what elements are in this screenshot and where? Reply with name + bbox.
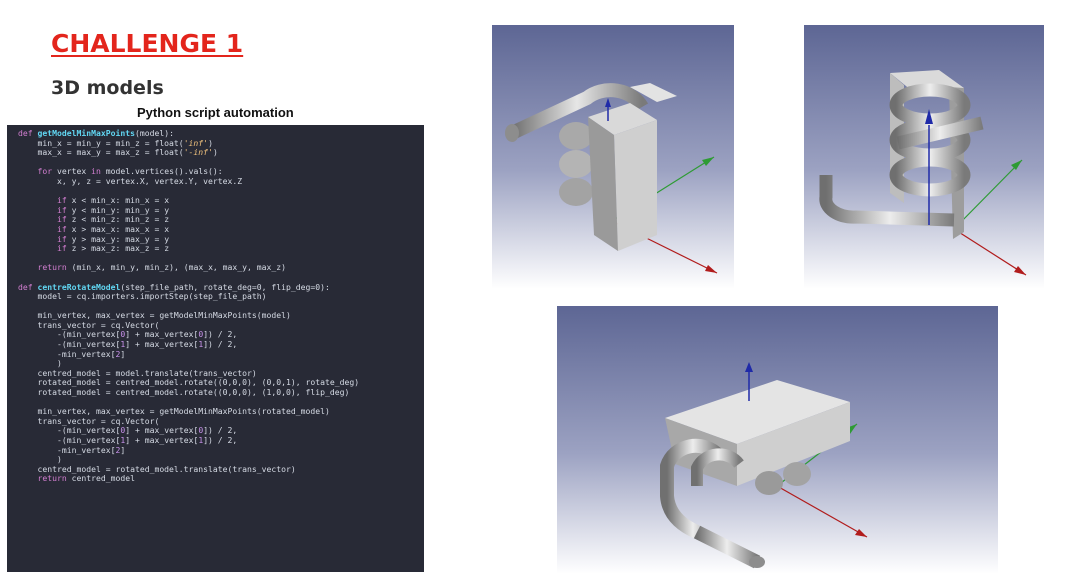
coil-model-render [660,362,868,569]
code-line: min_vertex, max_vertex = getModelMinMaxP… [18,406,330,417]
code-line: -(min_vertex[1] + max_vertex[1]) / 2, [18,339,238,350]
code-line: centred_model = rotated_model.translate(… [18,463,296,474]
code-line: -(min_vertex[1] + max_vertex[1]) / 2, [18,435,238,445]
code-line: model = cq.importers.importStep(step_fil… [18,291,267,302]
code-line: if y < min_y: min_y = y [56,204,170,215]
code-line: if y > max_y: max_y = y [56,233,170,244]
code-line: trans_vector = cq.Vector( [18,415,160,426]
code-line: if x < min_x: min_x = x [56,195,170,206]
code-line: max_x = max_y = max_z = float('-inf') [18,147,218,158]
code-line: x, y, z = vertex.X, vertex.Y, vertex.Z [18,175,243,186]
code-line: return (min_x, min_y, min_z), (max_x, ma… [37,262,287,273]
code-caption: Python script automation [137,105,294,120]
code-line: ) [18,358,62,369]
code-line: return centred_model [37,473,135,484]
code-line: -(min_vertex[0] + max_vertex[0]) / 2, [18,329,238,340]
code-line: if z > max_z: max_z = z [56,243,170,254]
code-line: trans_vector = cq.Vector( [18,319,160,330]
code-line: rotated_model = centred_model.rotate((0,… [18,377,360,388]
model-view-1[interactable] [492,25,734,289]
slide-subtitle: 3D models [51,77,164,99]
code-editor-panel[interactable]: def getModelMinMaxPoints(model): min_x =… [7,125,424,572]
coil-model-render [505,83,718,274]
code-line: def getModelMinMaxPoints(model): [18,128,174,138]
code-line: def centreRotateModel(step_file_path, ro… [18,281,330,292]
code-line: centred_model = model.translate(trans_ve… [18,367,257,378]
code-line: rotated_model = centred_model.rotate((0,… [18,387,350,398]
x-axis-arrow [953,228,1027,276]
code-line: -min_vertex[2] [18,444,126,455]
code-line: min_x = min_y = min_z = float('inf') [18,137,213,148]
x-axis-arrow [776,485,868,538]
code-line: -(min_vertex[0] + max_vertex[0]) / 2, [18,425,238,436]
code-line: min_vertex, max_vertex = getModelMinMaxP… [18,310,291,321]
code-line: if x > max_x: max_x = x [56,223,170,234]
code-line: if z < min_z: min_z = z [56,214,170,225]
coil-model-render [819,70,1027,276]
code-line: -min_vertex[2] [18,348,126,359]
model-view-3[interactable] [557,306,998,574]
code-block: def getModelMinMaxPoints(model): min_x =… [7,125,424,484]
code-line: for vertex in model.vertices().vals(): [37,166,223,177]
code-line: ) [18,454,62,465]
model-view-2[interactable] [804,25,1044,289]
slide-title: CHALLENGE 1 [51,29,244,58]
